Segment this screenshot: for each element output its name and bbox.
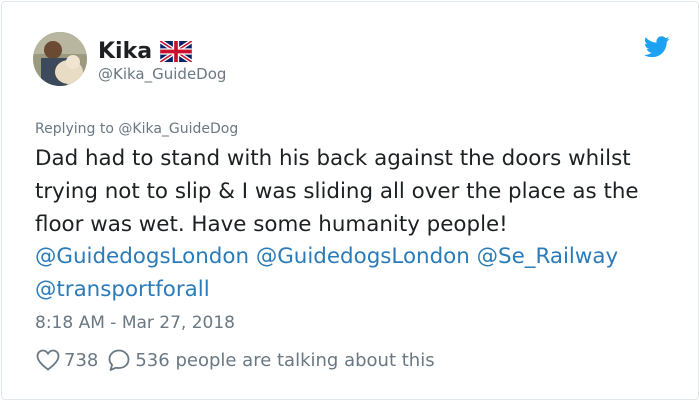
author-name-row[interactable]: Kika [98, 36, 193, 66]
speech-bubble-icon [108, 349, 130, 371]
tweet-actions: 738 536 people are talking about this [36, 347, 435, 373]
tweet-timestamp[interactable]: 8:18 AM - Mar 27, 2018 [35, 313, 235, 333]
replying-to: Replying to @Kika_GuideDog [35, 121, 238, 137]
replying-prefix: Replying to [35, 121, 114, 137]
author-handle[interactable]: @Kika_GuideDog [98, 65, 226, 83]
twitter-bird-icon[interactable] [644, 36, 670, 58]
like-count: 738 [64, 349, 99, 371]
tweet-text-segment: Dad had to stand with his back against t… [35, 146, 639, 237]
avatar-image [33, 32, 87, 86]
avatar[interactable] [33, 32, 87, 86]
uk-flag-icon [160, 40, 193, 62]
replying-to-mention[interactable]: @Kika_GuideDog [118, 121, 238, 137]
tweet-text-segment [470, 244, 477, 269]
tweet-text-segment [249, 244, 256, 269]
talking-count: 536 people are talking about this [135, 349, 435, 371]
author-name[interactable]: Kika [98, 39, 152, 64]
heart-icon [36, 349, 60, 371]
tweet-text: Dad had to stand with his back against t… [35, 143, 675, 307]
mention-link[interactable]: @Se_Railway [477, 244, 618, 269]
like-action[interactable]: 738 [36, 349, 98, 371]
tweet-card: Kika @Kika_GuideDog Replying to @Kika_Gu… [1, 1, 699, 400]
mention-link[interactable]: @GuidedogsLondon [35, 244, 249, 269]
mention-link[interactable]: @transportforall [35, 277, 210, 302]
mention-link[interactable]: @GuidedogsLondon [256, 244, 470, 269]
reply-action[interactable]: 536 people are talking about this [107, 348, 435, 372]
